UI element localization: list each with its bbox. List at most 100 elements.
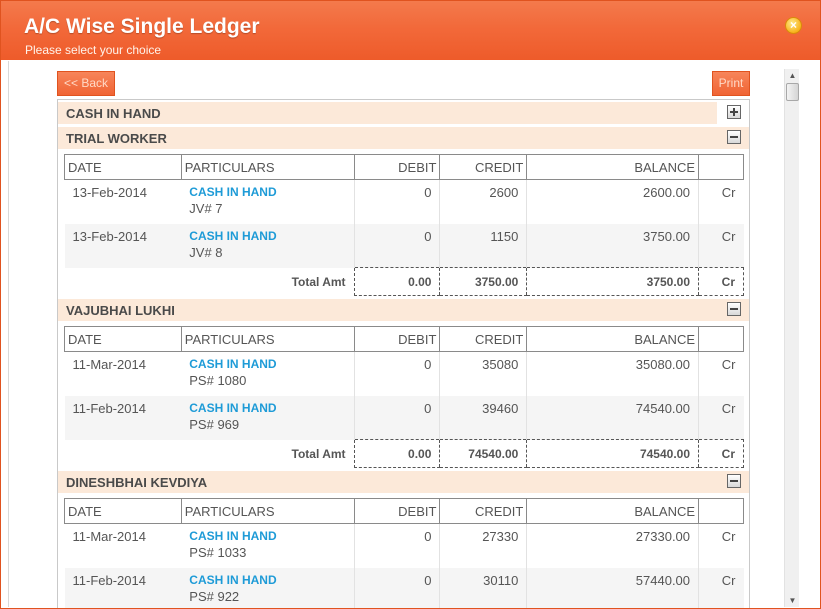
table-row: 11-Feb-2014 CASH IN HAND PS# 922 0 30110…	[64, 567, 744, 608]
total-spacer	[65, 440, 182, 468]
col-type	[698, 326, 744, 352]
account-link[interactable]: CASH IN HAND	[189, 573, 350, 587]
dialog-subtitle: Please select your choice	[25, 43, 162, 57]
row-debit: 0	[354, 351, 441, 396]
row-type: Cr	[698, 351, 744, 396]
group-header-cash-in-hand[interactable]: CASH IN HAND	[58, 102, 749, 124]
row-particulars: CASH IN HAND PS# 1080	[181, 351, 355, 396]
back-button[interactable]: << Back	[57, 71, 115, 96]
print-button[interactable]: Print	[712, 71, 750, 96]
total-spacer	[65, 268, 182, 296]
table-header-row: DATE PARTICULARS DEBIT CREDIT BALANCE	[64, 154, 744, 180]
row-debit: 0	[354, 179, 441, 224]
row-particulars: CASH IN HAND PS# 969	[181, 395, 355, 440]
row-date: 11-Mar-2014	[64, 523, 182, 568]
row-credit: 35080	[439, 351, 528, 396]
row-particulars: CASH IN HAND JV# 8	[181, 223, 355, 268]
dialog-titlebar: A/C Wise Single Ledger Please select you…	[1, 1, 820, 60]
close-icon[interactable]: ×	[785, 17, 802, 34]
vertical-scrollbar[interactable]: ▲ ▼	[784, 69, 799, 607]
row-debit: 0	[354, 395, 441, 440]
col-date: DATE	[64, 326, 182, 352]
table-row: 11-Mar-2014 CASH IN HAND PS# 1080 0 3508…	[64, 351, 744, 396]
row-credit: 2600	[439, 179, 528, 224]
row-debit: 0	[354, 523, 441, 568]
account-link[interactable]: CASH IN HAND	[189, 185, 350, 199]
table-row: 13-Feb-2014 CASH IN HAND JV# 7 0 2600 26…	[64, 179, 744, 224]
ledger-panel: CASH IN HAND TRIAL WORKER DATE PARTICULA…	[57, 99, 750, 608]
row-balance: 27330.00	[526, 523, 700, 568]
row-date: 11-Feb-2014	[64, 395, 182, 440]
col-particulars: PARTICULARS	[180, 498, 355, 524]
group-name: VAJUBHAI LUKHI	[66, 303, 175, 318]
row-particulars: CASH IN HAND JV# 7	[181, 179, 355, 224]
account-link[interactable]: CASH IN HAND	[189, 529, 350, 543]
row-type: Cr	[698, 395, 744, 440]
voucher-ref: PS# 969	[189, 416, 240, 432]
voucher-ref: PS# 1080	[189, 373, 247, 388]
group-name: CASH IN HAND	[66, 106, 161, 121]
col-date: DATE	[64, 154, 182, 180]
voucher-ref: JV# 8	[189, 244, 223, 260]
row-date: 13-Feb-2014	[64, 179, 182, 224]
col-date: DATE	[64, 498, 182, 524]
col-debit: DEBIT	[353, 498, 441, 524]
table-header-row: DATE PARTICULARS DEBIT CREDIT BALANCE	[64, 326, 744, 352]
table-row: 13-Feb-2014 CASH IN HAND JV# 8 0 1150 37…	[64, 223, 744, 268]
row-date: 11-Mar-2014	[64, 351, 182, 396]
voucher-ref: PS# 922	[189, 588, 240, 604]
dialog-title: A/C Wise Single Ledger	[24, 15, 260, 38]
total-balance: 3750.00	[526, 267, 699, 296]
group-header-dineshbhai-kevdiya[interactable]: DINESHBHAI KEVDIYA	[58, 471, 749, 493]
col-type	[698, 154, 744, 180]
account-link[interactable]: CASH IN HAND	[189, 401, 350, 415]
total-debit: 0.00	[353, 439, 440, 468]
row-debit: 0	[354, 223, 441, 268]
total-type: Cr	[698, 267, 744, 296]
table-header-row: DATE PARTICULARS DEBIT CREDIT BALANCE	[64, 498, 744, 524]
total-row: Total Amt 0.00 3750.00 3750.00 Cr	[65, 267, 744, 296]
scroll-up-icon[interactable]: ▲	[788, 71, 797, 80]
row-credit: 27330	[439, 523, 528, 568]
total-balance: 74540.00	[526, 439, 699, 468]
group-name: DINESHBHAI KEVDIYA	[66, 475, 208, 490]
row-credit: 1150	[439, 223, 528, 268]
scroll-down-icon[interactable]: ▼	[788, 596, 797, 605]
collapse-icon[interactable]	[727, 302, 741, 316]
col-credit: CREDIT	[439, 154, 528, 180]
col-debit: DEBIT	[353, 154, 441, 180]
group-name: TRIAL WORKER	[66, 131, 167, 146]
group-header-vajubhai-lukhi[interactable]: VAJUBHAI LUKHI	[58, 299, 749, 321]
total-label: Total Amt	[291, 274, 346, 289]
col-type	[698, 498, 744, 524]
row-balance: 74540.00	[526, 395, 700, 440]
ledger-table-dineshbhai-kevdiya: DATE PARTICULARS DEBIT CREDIT BALANCE 11…	[64, 498, 744, 608]
row-type: Cr	[698, 179, 744, 224]
row-debit: 0	[354, 567, 441, 608]
scrollbar-thumb[interactable]	[786, 83, 799, 101]
account-link[interactable]: CASH IN HAND	[189, 229, 350, 243]
col-particulars: PARTICULARS	[180, 154, 355, 180]
col-credit: CREDIT	[439, 326, 528, 352]
row-credit: 30110	[439, 567, 528, 608]
row-particulars: CASH IN HAND PS# 922	[181, 567, 355, 608]
total-type: Cr	[698, 439, 744, 468]
total-row: Total Amt 0.00 74540.00 74540.00 Cr	[65, 439, 744, 468]
group-header-trial-worker[interactable]: TRIAL WORKER	[58, 127, 749, 149]
row-date: 11-Feb-2014	[64, 567, 182, 608]
voucher-ref: JV# 7	[189, 201, 223, 216]
row-balance: 35080.00	[526, 351, 700, 396]
table-row: 11-Mar-2014 CASH IN HAND PS# 1033 0 2733…	[64, 523, 744, 568]
collapse-icon[interactable]	[727, 474, 741, 488]
row-type: Cr	[698, 223, 744, 268]
account-link[interactable]: CASH IN HAND	[189, 357, 350, 371]
ledger-dialog: A/C Wise Single Ledger Please select you…	[0, 0, 821, 609]
row-balance: 57440.00	[526, 567, 700, 608]
collapse-icon[interactable]	[727, 130, 741, 144]
row-date: 13-Feb-2014	[64, 223, 182, 268]
total-credit: 3750.00	[439, 267, 527, 296]
expand-icon[interactable]	[727, 105, 741, 119]
table-row: 11-Feb-2014 CASH IN HAND PS# 969 0 39460…	[64, 395, 744, 440]
col-particulars: PARTICULARS	[180, 326, 355, 352]
row-balance: 2600.00	[526, 179, 700, 224]
